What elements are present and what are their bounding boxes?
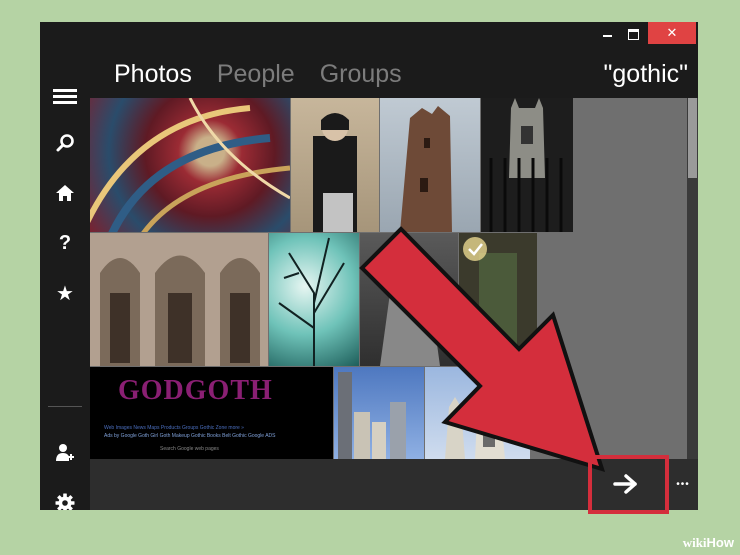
- photo-tile[interactable]: [334, 367, 424, 459]
- photo-grid: GODGOTH Web Images News Maps Products Gr…: [90, 98, 687, 459]
- menu-button[interactable]: [40, 76, 90, 116]
- godgoth-links: Web Images News Maps Products Groups Got…: [104, 425, 244, 431]
- close-icon: ✕: [666, 25, 678, 40]
- help-button[interactable]: ?: [40, 223, 90, 263]
- settings-icon: [55, 493, 75, 510]
- minimize-icon: [602, 35, 612, 37]
- sidebar-divider: [48, 406, 82, 407]
- home-button[interactable]: [40, 173, 90, 213]
- more-options-button[interactable]: •••: [668, 467, 698, 501]
- photo-tile[interactable]: [90, 98, 290, 232]
- godgoth-sublinks: Ads by Google Goth Girl Goth Makeup Goth…: [104, 433, 276, 439]
- more-icon: •••: [676, 478, 690, 490]
- maximize-icon: [627, 28, 639, 40]
- godgoth-logo: GODGOTH: [118, 375, 273, 406]
- settings-button[interactable]: [40, 483, 90, 510]
- watermark-wiki: wiki: [682, 535, 707, 550]
- search-button[interactable]: [40, 123, 90, 163]
- godgoth-search-label: Search Google web pages: [160, 446, 219, 452]
- app-bar: •••: [90, 459, 698, 510]
- tab-people[interactable]: People: [217, 60, 295, 89]
- search-icon: [56, 134, 74, 152]
- photo-tile-godgoth[interactable]: GODGOTH Web Images News Maps Products Gr…: [90, 367, 333, 459]
- title-bar: ✕: [40, 22, 698, 46]
- add-user-button[interactable]: [40, 433, 90, 473]
- vertical-scrollbar[interactable]: [687, 98, 698, 459]
- photo-tile[interactable]: [291, 98, 379, 232]
- app-window: ✕ ? ★ Photos People Groups "gothic" GODG…: [40, 22, 698, 510]
- photo-tile[interactable]: [425, 367, 530, 459]
- tab-photos[interactable]: Photos: [114, 60, 192, 89]
- star-icon: ★: [56, 282, 74, 305]
- maximize-button[interactable]: [621, 24, 645, 44]
- wikihow-watermark: wikiHow: [683, 535, 734, 551]
- photo-tile[interactable]: [90, 233, 268, 366]
- minimize-button[interactable]: [595, 24, 619, 44]
- photo-tile[interactable]: [481, 98, 573, 232]
- section-tabs: Photos People Groups: [114, 60, 427, 89]
- favorites-button[interactable]: ★: [40, 273, 90, 313]
- next-button[interactable]: [589, 461, 663, 507]
- menu-icon: [53, 86, 77, 107]
- home-icon: [56, 185, 74, 201]
- photo-tile[interactable]: [459, 233, 537, 366]
- add-user-icon: [56, 444, 74, 461]
- photo-tile[interactable]: [269, 233, 359, 366]
- help-icon: ?: [58, 231, 72, 254]
- close-button[interactable]: ✕: [648, 22, 696, 44]
- tab-groups[interactable]: Groups: [320, 60, 402, 89]
- sidebar: ? ★: [40, 46, 90, 510]
- watermark-how: How: [706, 535, 734, 550]
- photo-tile[interactable]: [360, 233, 458, 366]
- arrow-right-icon: [613, 474, 637, 494]
- scrollbar-thumb[interactable]: [688, 98, 697, 178]
- photo-tile[interactable]: [380, 98, 480, 232]
- search-query: "gothic": [603, 60, 688, 88]
